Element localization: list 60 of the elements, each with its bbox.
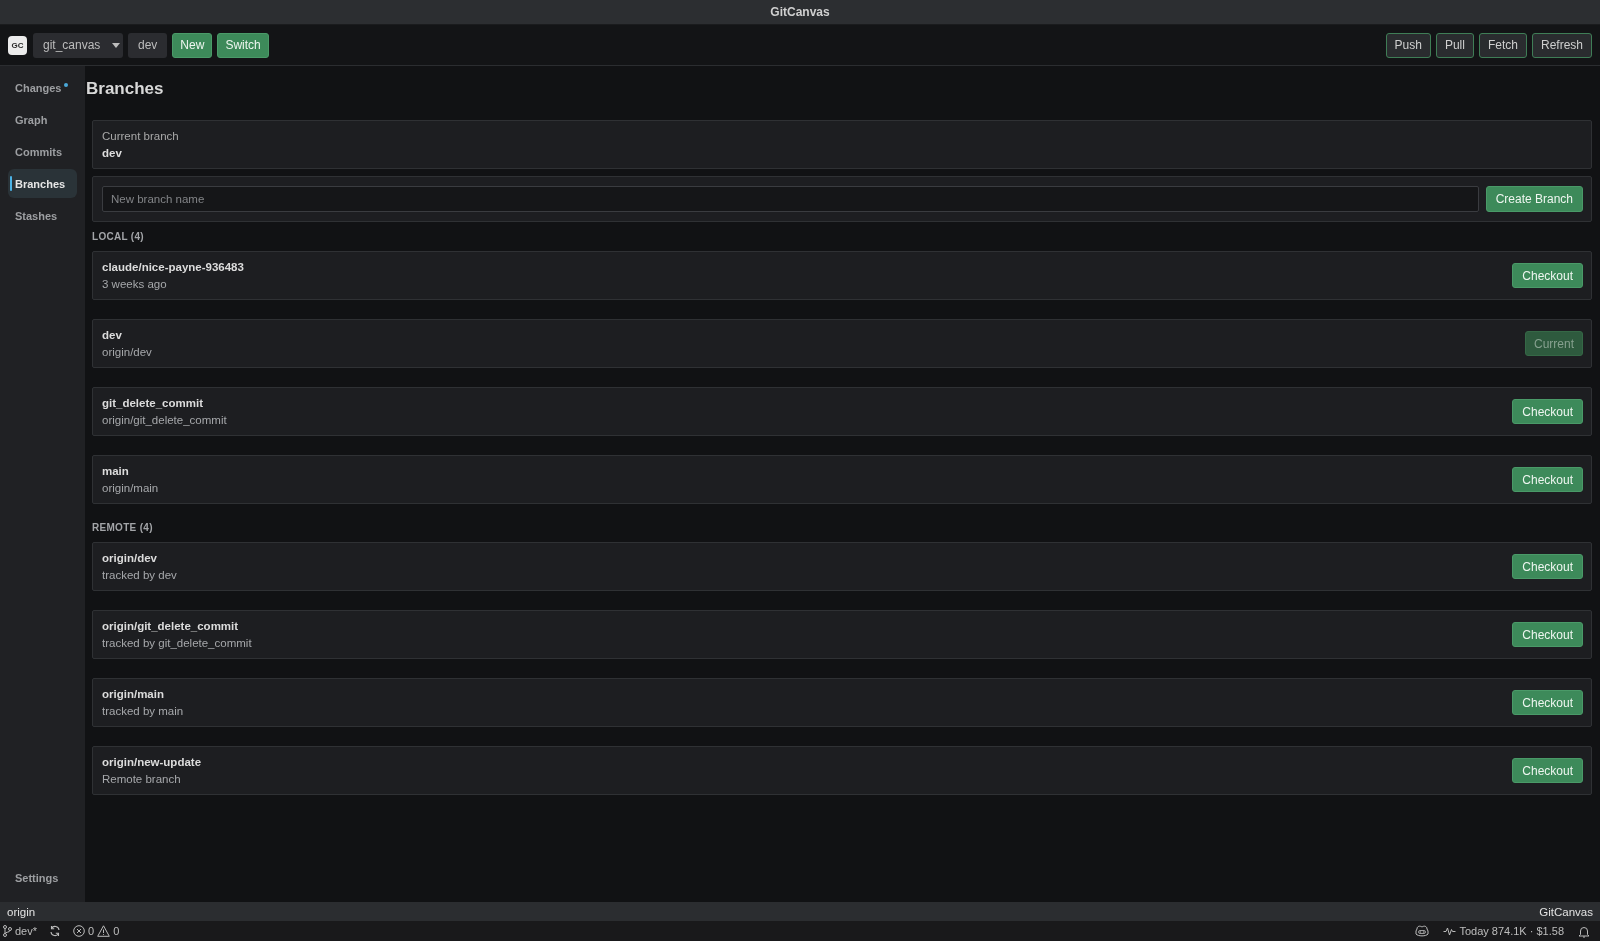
error-icon[interactable] — [73, 925, 86, 937]
warning-icon[interactable] — [97, 925, 111, 937]
toolbar-button[interactable]: Pull — [1435, 32, 1474, 58]
checkout-button[interactable]: Checkout — [1512, 690, 1583, 715]
warning-count[interactable]: 0 — [113, 925, 120, 937]
checkout-button[interactable]: Checkout — [1512, 399, 1583, 424]
branch-detail: origin/git_delete_commit — [102, 413, 227, 428]
branch-detail: origin/dev — [102, 345, 152, 360]
toolbar-button[interactable]: Refresh — [1531, 32, 1592, 58]
current-branch-label: Current branch — [102, 129, 179, 144]
checkout-button[interactable]: Checkout — [1512, 622, 1583, 647]
branch-button[interactable]: dev — [128, 32, 168, 58]
section-heading: LOCAL (4) — [92, 230, 144, 244]
branch-detail: 3 weeks ago — [102, 277, 167, 292]
branch-detail: tracked by main — [102, 704, 184, 719]
branch-status-text[interactable]: dev* — [15, 925, 38, 937]
window-title: GitCanvas — [770, 5, 830, 19]
usage-text[interactable]: Today 874.1K · $1.58 — [1459, 925, 1564, 937]
sidebar-item[interactable]: Branches — [8, 169, 77, 198]
checkout-button[interactable]: Checkout — [1512, 554, 1583, 579]
branch-detail: tracked by dev — [102, 568, 177, 583]
sidebar-item[interactable]: Graph — [8, 105, 77, 134]
toolbar-button[interactable]: Push — [1385, 32, 1431, 58]
current-branch-name: dev — [102, 146, 122, 161]
create-branch-button[interactable]: Create Branch — [1485, 186, 1583, 212]
checkout-button[interactable]: Checkout — [1512, 467, 1583, 492]
branch-detail: tracked by git_delete_commit — [102, 636, 252, 651]
page-title: Branches — [86, 78, 164, 100]
bell-icon[interactable] — [1578, 924, 1590, 938]
branch-icon — [2, 925, 12, 937]
branch-name: main — [102, 464, 129, 479]
branch-name: origin/new-update — [102, 755, 202, 770]
branch-name: claude/nice-payne-936483 — [102, 260, 244, 275]
branch-name: git_delete_commit — [102, 396, 203, 411]
pulse-icon[interactable] — [1443, 926, 1457, 936]
branch-name: origin/dev — [102, 551, 157, 566]
branch-name: dev — [102, 328, 122, 343]
section-heading: REMOTE (4) — [92, 521, 153, 535]
sidebar-item[interactable]: Commits — [8, 137, 77, 166]
sidebar-item[interactable]: Changes — [8, 73, 77, 102]
error-count[interactable]: 0 — [88, 925, 95, 937]
remote-name: origin — [7, 905, 36, 918]
toolbar-button[interactable]: Fetch — [1478, 32, 1527, 58]
app-logo: GC — [8, 35, 27, 55]
toolbar-button[interactable]: New — [172, 32, 213, 58]
repo-dropdown[interactable]: git_canvas — [33, 32, 123, 58]
robot-icon[interactable] — [1415, 925, 1430, 937]
sync-icon[interactable] — [49, 925, 62, 937]
checkout-button[interactable]: Checkout — [1512, 758, 1583, 783]
app-name: GitCanvas — [1539, 905, 1593, 918]
branch-detail: origin/main — [102, 481, 159, 496]
branch-name-input[interactable]: New branch name — [102, 186, 1479, 212]
toolbar-button[interactable]: Switch — [217, 32, 269, 58]
sidebar-item[interactable]: Settings — [8, 863, 77, 892]
branch-detail: Remote branch — [102, 772, 181, 787]
branch-name: origin/git_delete_commit — [102, 619, 239, 634]
checkout-button[interactable]: Checkout — [1512, 263, 1583, 288]
sidebar-item[interactable]: Stashes — [8, 201, 77, 230]
branch-name: origin/main — [102, 687, 164, 702]
caret-icon — [112, 42, 121, 48]
